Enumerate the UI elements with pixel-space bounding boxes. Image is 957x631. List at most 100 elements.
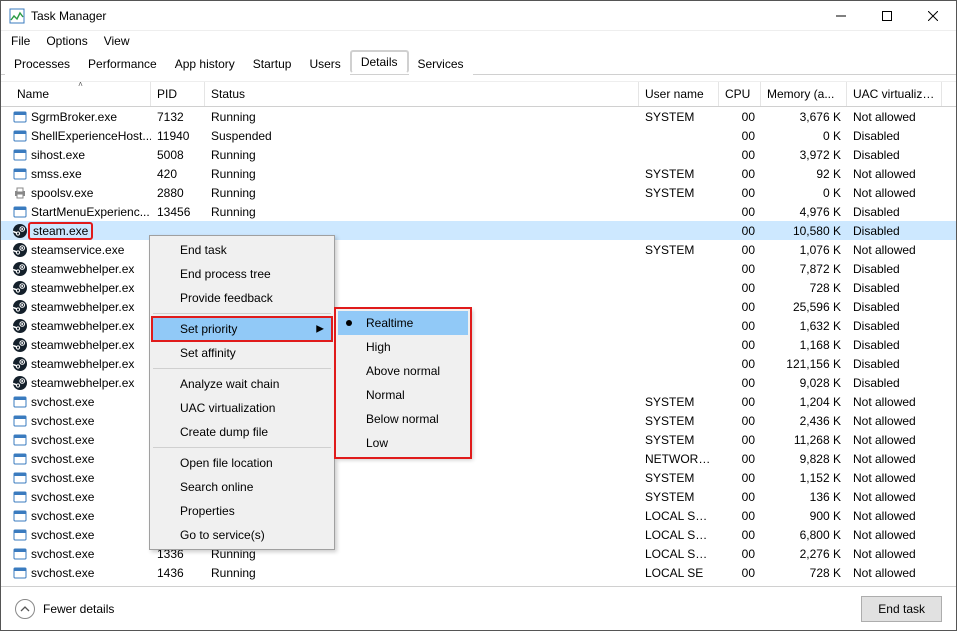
priority-high[interactable]: High (338, 335, 468, 359)
table-row[interactable]: steamwebhelper.ex00121,156 KDisabled (1, 354, 956, 373)
tab-services[interactable]: Services (409, 52, 473, 75)
column-header[interactable]: CPU (719, 82, 761, 106)
cell-cpu: 00 (719, 148, 761, 162)
ctx-search-online[interactable]: Search online (152, 475, 332, 499)
priority-normal[interactable]: Normal (338, 383, 468, 407)
table-row[interactable]: smss.exe420RunningSYSTEM0092 KNot allowe… (1, 164, 956, 183)
ctx-create-dump-file[interactable]: Create dump file (152, 420, 332, 444)
column-header[interactable]: UAC virtualizat... (847, 82, 942, 106)
table-row[interactable]: steam.exe0010,580 KDisabled (1, 221, 956, 240)
table-row[interactable]: svchost.exeSYSTEM0011,268 KNot allowed (1, 430, 956, 449)
cell-status: Running (205, 148, 639, 162)
priority-below-normal[interactable]: Below normal (338, 407, 468, 431)
fewer-details-label: Fewer details (43, 602, 114, 616)
table-row[interactable]: steamwebhelper.ex001,632 KDisabled (1, 316, 956, 335)
cell-name: svchost.exe (11, 452, 151, 466)
details-grid: Name˄PIDStatusUser nameCPUMemory (a...UA… (1, 81, 956, 586)
process-name: steamwebhelper.ex (31, 357, 134, 371)
ctx-go-to-service-s-[interactable]: Go to service(s) (152, 523, 332, 547)
table-row[interactable]: steamwebhelper.ex007,872 KDisabled (1, 259, 956, 278)
ctx-set-affinity[interactable]: Set affinity (152, 341, 332, 365)
tab-startup[interactable]: Startup (244, 52, 301, 75)
cell-uac: Disabled (847, 224, 942, 238)
ctx-end-task[interactable]: End task (152, 238, 332, 262)
table-row[interactable]: SgrmBroker.exe7132RunningSYSTEM003,676 K… (1, 107, 956, 126)
cell-mem: 3,676 K (761, 110, 847, 124)
table-row[interactable]: steamwebhelper.ex0025,596 KDisabled (1, 297, 956, 316)
table-row[interactable]: steamservice.exeSYSTEM001,076 KNot allow… (1, 240, 956, 259)
table-row[interactable]: svchost.exeNETWORK...009,828 KNot allowe… (1, 449, 956, 468)
menubar: File Options View (1, 31, 956, 51)
tab-users[interactable]: Users (300, 52, 349, 75)
priority-above-normal[interactable]: Above normal (338, 359, 468, 383)
table-row[interactable]: svchost.exe1204RunningLOCAL SE...00900 K… (1, 506, 956, 525)
column-header[interactable]: Memory (a... (761, 82, 847, 106)
minimize-button[interactable] (818, 1, 864, 31)
column-header[interactable]: Name˄ (11, 82, 151, 106)
cell-user: SYSTEM (639, 167, 719, 181)
ctx-open-file-location[interactable]: Open file location (152, 451, 332, 475)
cell-pid: 7132 (151, 110, 205, 124)
end-task-button[interactable]: End task (861, 596, 942, 622)
column-header[interactable]: Status (205, 82, 639, 106)
table-row[interactable]: sihost.exe5008Running003,972 KDisabled (1, 145, 956, 164)
priority-realtime[interactable]: Realtime (338, 311, 468, 335)
priority-low[interactable]: Low (338, 431, 468, 455)
table-row[interactable]: ShellExperienceHost....11940Suspended000… (1, 126, 956, 145)
tab-app-history[interactable]: App history (166, 52, 244, 75)
ctx-provide-feedback[interactable]: Provide feedback (152, 286, 332, 310)
table-row[interactable]: svchost.exeSYSTEM002,436 KNot allowed (1, 411, 956, 430)
cell-uac: Not allowed (847, 433, 942, 447)
context-menu[interactable]: End taskEnd process treeProvide feedback… (149, 235, 335, 550)
cell-name: StartMenuExperienc... (11, 205, 151, 219)
ctx-end-process-tree[interactable]: End process tree (152, 262, 332, 286)
priority-submenu[interactable]: Realtime High Above normalNormalBelow norm… (335, 308, 471, 458)
table-row[interactable]: svchost.exe1336RunningLOCAL SE...002,276… (1, 544, 956, 563)
table-row[interactable]: svchost.exe1436RunningLOCAL SE00728 KNot… (1, 563, 956, 582)
priority-label: High (366, 340, 391, 354)
menu-file[interactable]: File (11, 34, 30, 48)
column-header[interactable]: User name (639, 82, 719, 106)
ctx-set-priority[interactable]: Set priority▶ (152, 317, 332, 341)
tab-performance[interactable]: Performance (79, 52, 166, 75)
steam-icon (13, 319, 27, 333)
cell-uac: Not allowed (847, 452, 942, 466)
cell-cpu: 00 (719, 129, 761, 143)
table-row[interactable]: svchost.exeSYSTEM001,152 KNot allowed (1, 468, 956, 487)
exe-icon (13, 547, 27, 561)
cell-cpu: 00 (719, 262, 761, 276)
table-row[interactable]: svchost.exeSYSTEM00136 KNot allowed (1, 487, 956, 506)
cell-pid: 13456 (151, 205, 205, 219)
cell-user: LOCAL SE... (639, 547, 719, 561)
process-name: steam.exe (28, 222, 93, 240)
table-row[interactable]: steamwebhelper.ex009,028 KDisabled (1, 373, 956, 392)
menu-view[interactable]: View (104, 34, 130, 48)
tab-details[interactable]: Details (350, 50, 409, 73)
ctx-analyze-wait-chain[interactable]: Analyze wait chain (152, 372, 332, 396)
cell-mem: 0 K (761, 186, 847, 200)
cell-cpu: 00 (719, 452, 761, 466)
close-button[interactable] (910, 1, 956, 31)
column-header[interactable]: PID (151, 82, 205, 106)
cell-status: Running (205, 167, 639, 181)
maximize-button[interactable] (864, 1, 910, 31)
cell-pid: 5008 (151, 148, 205, 162)
cell-user: LOCAL SE... (639, 509, 719, 523)
table-row[interactable]: svchost.exeSYSTEM001,204 KNot allowed (1, 392, 956, 411)
table-row[interactable]: steamwebhelper.ex00728 KDisabled (1, 278, 956, 297)
cell-name: svchost.exe (11, 509, 151, 523)
fewer-details-button[interactable]: Fewer details (15, 599, 114, 619)
table-row[interactable]: StartMenuExperienc...13456Running004,976… (1, 202, 956, 221)
table-row[interactable]: spoolsv.exe2880RunningSYSTEM000 KNot all… (1, 183, 956, 202)
cell-name: steam.exe (11, 222, 151, 240)
ctx-uac-virtualization[interactable]: UAC virtualization (152, 396, 332, 420)
table-row[interactable]: svchost.exe1228RunningLOCAL SE...006,800… (1, 525, 956, 544)
ctx-properties[interactable]: Properties (152, 499, 332, 523)
cell-uac: Disabled (847, 129, 942, 143)
table-row[interactable]: steamwebhelper.ex001,168 KDisabled (1, 335, 956, 354)
tab-processes[interactable]: Processes (5, 52, 79, 75)
process-rows[interactable]: SgrmBroker.exe7132RunningSYSTEM003,676 K… (1, 107, 956, 586)
exe-icon (13, 566, 27, 580)
menu-options[interactable]: Options (46, 34, 87, 48)
exe-icon (13, 490, 27, 504)
